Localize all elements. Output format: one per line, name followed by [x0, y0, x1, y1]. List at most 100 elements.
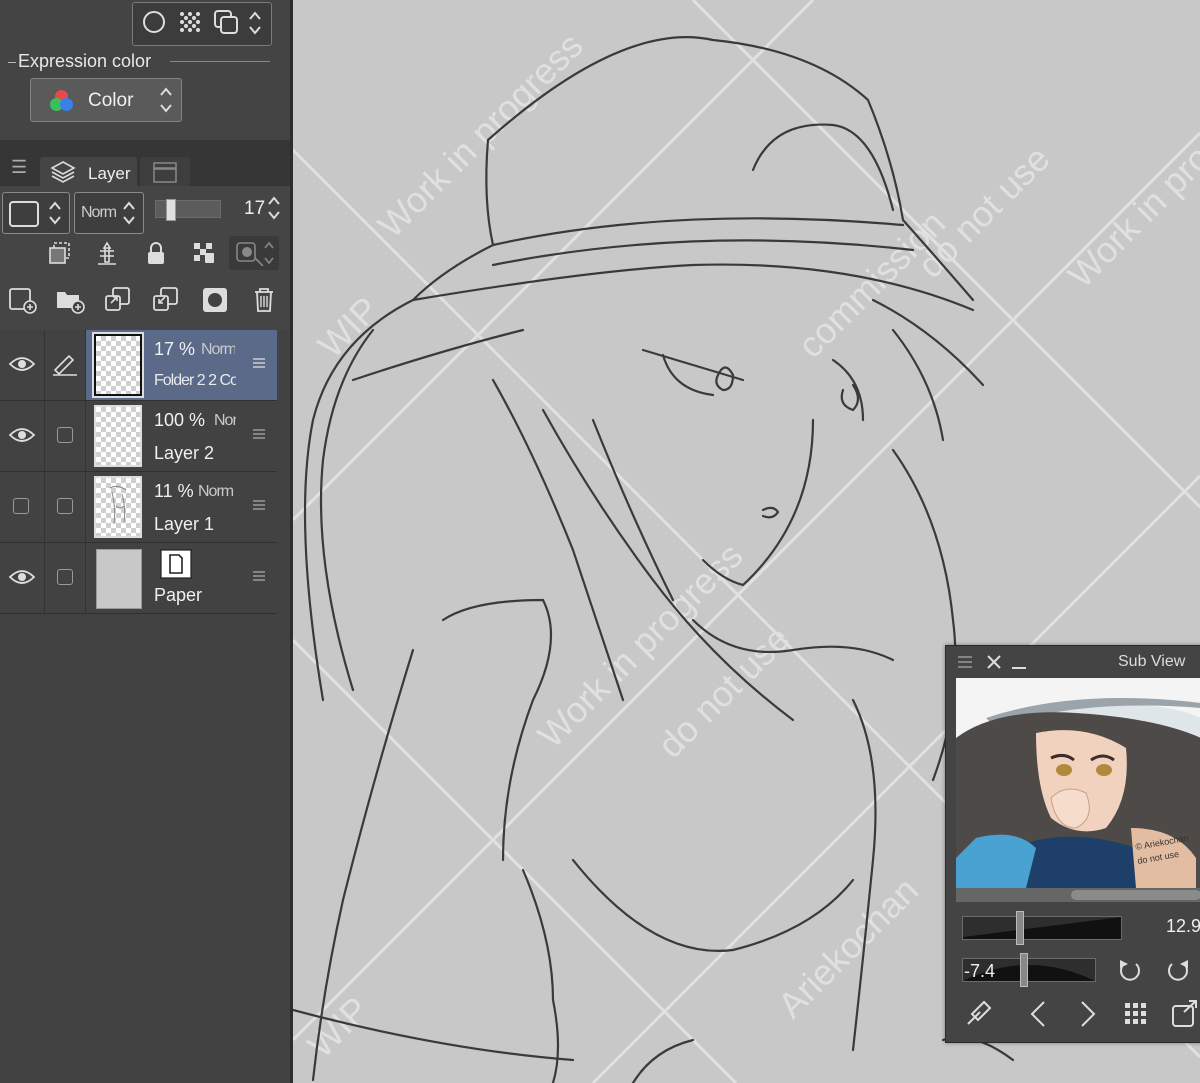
merge-down-icon[interactable]: [151, 286, 181, 314]
edit-target-toggle[interactable]: [45, 472, 86, 542]
mask-display-toggle[interactable]: [229, 236, 279, 270]
next-image-icon[interactable]: [1078, 1000, 1098, 1028]
layer-name: Paper: [154, 585, 203, 605]
edit-target-toggle[interactable]: [45, 543, 86, 613]
opacity-slider-thumb[interactable]: [166, 199, 176, 221]
visibility-toggle[interactable]: [0, 330, 45, 400]
mask-view-icon: [236, 241, 274, 266]
layer-name: Folder 2 2 Co: [154, 372, 236, 389]
new-raster-layer-icon[interactable]: [8, 286, 38, 314]
edit-target-toggle[interactable]: [45, 401, 86, 471]
layer-content[interactable]: Paper: [86, 543, 277, 613]
tool-property-area: Expression color Color: [0, 0, 290, 140]
layer-row-layer-1[interactable]: 11 % Norm Layer 1: [0, 472, 277, 543]
opacity-slider[interactable]: [155, 199, 221, 221]
layer-row-paper[interactable]: Paper: [0, 543, 277, 614]
watermark-phrase: Work in progress: [370, 25, 591, 246]
reference-layer-icon[interactable]: [94, 240, 120, 266]
sketch-thumbnail-icon: [109, 485, 127, 525]
new-folder-icon[interactable]: [55, 286, 85, 314]
watermark-phrase: commission: [790, 202, 953, 365]
edit-target-toggle[interactable]: [45, 330, 86, 400]
rotate-left-icon[interactable]: [1116, 958, 1144, 984]
sub-view-window: Sub View © Ariekochan do not use 12.9 -7…: [945, 645, 1200, 1043]
close-icon[interactable]: [986, 654, 1002, 670]
edit-checkbox[interactable]: [57, 569, 73, 585]
edit-checkbox[interactable]: [57, 427, 73, 443]
layer-blend-mode: Norm: [201, 341, 235, 358]
visibility-checkbox[interactable]: [13, 498, 29, 514]
blend-mode-dropdown[interactable]: Norm: [74, 192, 144, 234]
palette-menu-icon[interactable]: ☰: [11, 157, 27, 178]
previous-image-icon[interactable]: [1028, 1000, 1048, 1028]
edit-checkbox[interactable]: [57, 498, 73, 514]
paper-layer-icon: [160, 549, 192, 579]
layer-opacity: 11 %: [154, 481, 194, 501]
grid-view-icon[interactable]: [1124, 1002, 1148, 1026]
expression-color-button[interactable]: Color: [30, 78, 182, 122]
rotate-right-icon[interactable]: [1164, 958, 1192, 984]
chevron-updown-icon[interactable]: [247, 9, 263, 37]
layer-color-selector[interactable]: [2, 192, 70, 234]
lock-icon[interactable]: [143, 240, 169, 266]
minimize-icon[interactable]: [1010, 654, 1028, 670]
layered-squares-icon[interactable]: [213, 9, 239, 35]
layer-row-folder[interactable]: 17 % Norm Folder 2 2 Co: [0, 330, 277, 401]
left-panel: Expression color Color ☰ Layer Norm 17 1…: [0, 0, 293, 1083]
eye-icon: [8, 428, 36, 442]
layer-opacity: 17 %: [154, 339, 196, 359]
layer-menu-icon[interactable]: [253, 357, 265, 369]
subview-menu-icon[interactable]: [958, 655, 974, 669]
layer-opacity: 100 %: [154, 410, 206, 430]
lock-transparency-icon[interactable]: [191, 240, 217, 266]
zoom-value: 12.9: [1166, 916, 1200, 936]
layer-name: Layer 2: [154, 443, 215, 463]
expression-color-label: Expression color: [8, 51, 151, 72]
zoom-slider-thumb[interactable]: [1016, 911, 1024, 945]
reference-illustration: © Ariekochan do not use: [956, 678, 1200, 888]
reference-image[interactable]: © Ariekochan do not use: [956, 678, 1200, 888]
layer-thumbnail: [94, 405, 142, 467]
circle-shape-icon[interactable]: [141, 9, 167, 35]
layer-content[interactable]: 11 % Norm Layer 1: [86, 472, 277, 542]
subview-scrollbar-thumb[interactable]: [1071, 890, 1200, 900]
color-button-label: Color: [88, 90, 134, 111]
layer-row-layer-2[interactable]: 100 % Nor Layer 2: [0, 401, 277, 472]
rotation-slider-thumb[interactable]: [1020, 953, 1028, 987]
layer-content[interactable]: 100 % Nor Layer 2: [86, 401, 277, 471]
eye-icon: [8, 570, 36, 584]
layer-content[interactable]: 17 % Norm Folder 2 2 Co: [86, 330, 277, 400]
texture-dots-icon[interactable]: [177, 9, 203, 35]
layer-mask-icon[interactable]: [201, 286, 229, 314]
chevron-updown-icon: [49, 201, 61, 225]
trash-icon[interactable]: [251, 286, 277, 314]
visibility-toggle[interactable]: [0, 472, 45, 542]
eyedropper-icon[interactable]: [964, 998, 992, 1028]
zoom-slider[interactable]: [962, 911, 1122, 945]
clapperboard-icon: [153, 162, 177, 183]
watermark-phrase: WIP: [310, 289, 387, 366]
layer-name: Layer 1: [154, 514, 215, 534]
pencil-icon: [53, 354, 77, 376]
brush-shape-selector[interactable]: [132, 2, 272, 46]
import-image-icon[interactable]: [1170, 998, 1200, 1028]
opacity-value: 17: [244, 198, 266, 219]
layer-menu-icon[interactable]: [253, 570, 265, 582]
visibility-toggle[interactable]: [0, 401, 45, 471]
visibility-toggle[interactable]: [0, 543, 45, 613]
subview-scrollbar[interactable]: [956, 888, 1200, 902]
tab-animation[interactable]: [140, 157, 190, 186]
opacity-stepper-icon[interactable]: [266, 194, 282, 222]
blend-mode-label: Norm: [81, 204, 117, 221]
clip-to-layer-below-icon[interactable]: [47, 240, 73, 266]
eye-icon: [8, 357, 36, 371]
palette-tab-strip: ☰ Layer: [0, 140, 290, 186]
tab-layer-label: Layer: [88, 164, 131, 183]
layer-menu-icon[interactable]: [253, 428, 265, 440]
layer-menu-icon[interactable]: [253, 499, 265, 511]
transfer-down-icon[interactable]: [103, 286, 133, 314]
tab-layer[interactable]: Layer: [40, 157, 137, 186]
zoom-ramp-icon: [963, 917, 1121, 939]
layer-blend-mode: Nor: [214, 412, 236, 429]
layer-thumbnail: [94, 334, 142, 396]
